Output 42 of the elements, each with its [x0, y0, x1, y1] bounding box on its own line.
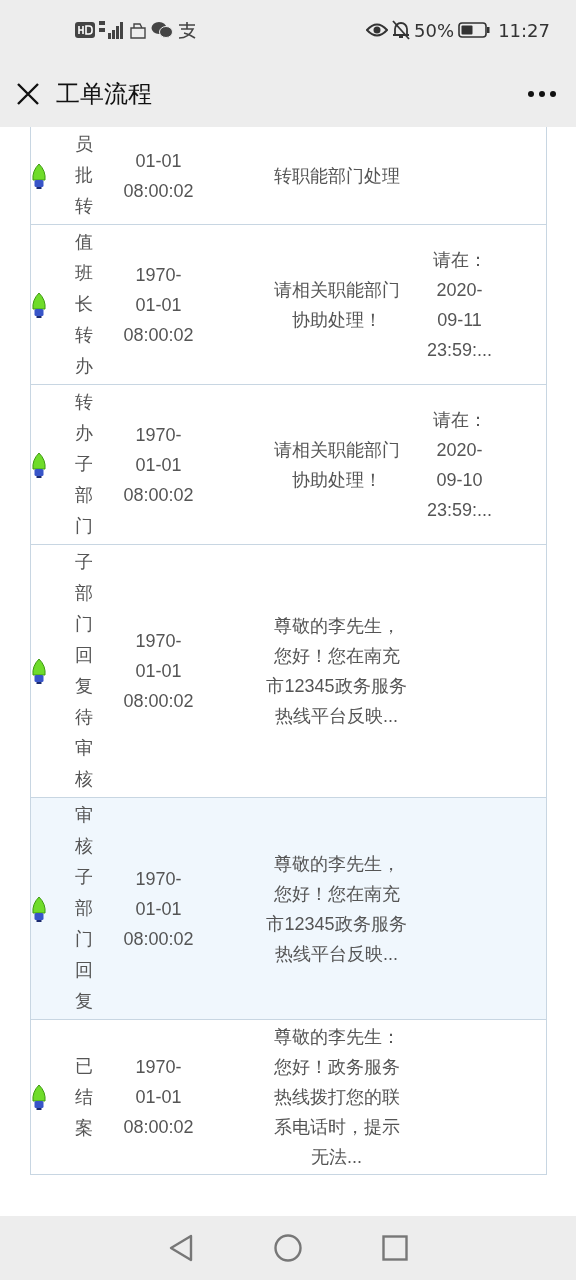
- recents-icon[interactable]: [382, 1235, 408, 1261]
- clock-time: 11:27: [498, 18, 550, 43]
- chat-bubbles-icon: [151, 21, 173, 39]
- back-icon[interactable]: [168, 1234, 194, 1262]
- time-text: 1970-01-01 08:00:02: [123, 1056, 194, 1139]
- message-text: 尊敬的李先生，您好！您在南充市12345政务服务热线平台反映...: [266, 852, 407, 966]
- step-text: 子部门回复待审核: [75, 551, 93, 791]
- message-text: 请相关职能部门协助处理！: [272, 278, 401, 332]
- time-text: 1970-01-01 08:00:02: [123, 423, 194, 507]
- more-icon[interactable]: [528, 90, 556, 97]
- page-title: 工单流程: [56, 78, 152, 110]
- bag-icon: [129, 21, 147, 39]
- step-text: 值班长转办: [75, 231, 93, 378]
- status-bulb-icon: [31, 895, 47, 922]
- time-text: 1970-01-01 08:00:02: [123, 867, 194, 951]
- step-text: 审核子部门回复: [75, 804, 93, 1013]
- pay-icon: [177, 21, 197, 39]
- deadline-text: 请在：2020-09-10 23:59:...: [425, 408, 494, 522]
- status-bulb-icon: [31, 451, 47, 478]
- message-text: 尊敬的李先生：您好！政务服务热线拨打您的联系电话时，提示无法...: [272, 1026, 401, 1169]
- message-text: 转职能部门处理: [272, 164, 401, 188]
- time-text: 01-01 08:00:02: [123, 149, 194, 203]
- message-text: 请相关职能部门协助处理！: [272, 438, 401, 492]
- step-text: 员批转: [75, 133, 93, 218]
- signal-icon: [99, 21, 125, 39]
- battery-percent: 50%: [414, 18, 455, 43]
- message-text: 尊敬的李先生，您好！您在南充市12345政务服务热线平台反映...: [266, 615, 407, 728]
- hd-icon: [75, 22, 95, 38]
- muted-bell-icon: [392, 20, 411, 40]
- status-bulb-icon: [31, 162, 47, 189]
- step-text: 已结案: [75, 1054, 93, 1140]
- status-bulb-icon: [31, 1084, 47, 1110]
- step-text: 转办子部门: [75, 391, 93, 538]
- status-bulb-icon: [31, 291, 47, 318]
- battery-icon: [458, 22, 491, 38]
- home-icon[interactable]: [274, 1234, 302, 1262]
- status-bulb-icon: [31, 658, 47, 684]
- time-text: 1970-01-01 08:00:02: [123, 263, 194, 347]
- close-icon[interactable]: [16, 81, 40, 106]
- deadline-text: 请在：2020-09-11 23:59:...: [425, 248, 494, 362]
- eye-icon: [366, 23, 389, 37]
- time-text: 1970-01-01 08:00:02: [123, 630, 194, 713]
